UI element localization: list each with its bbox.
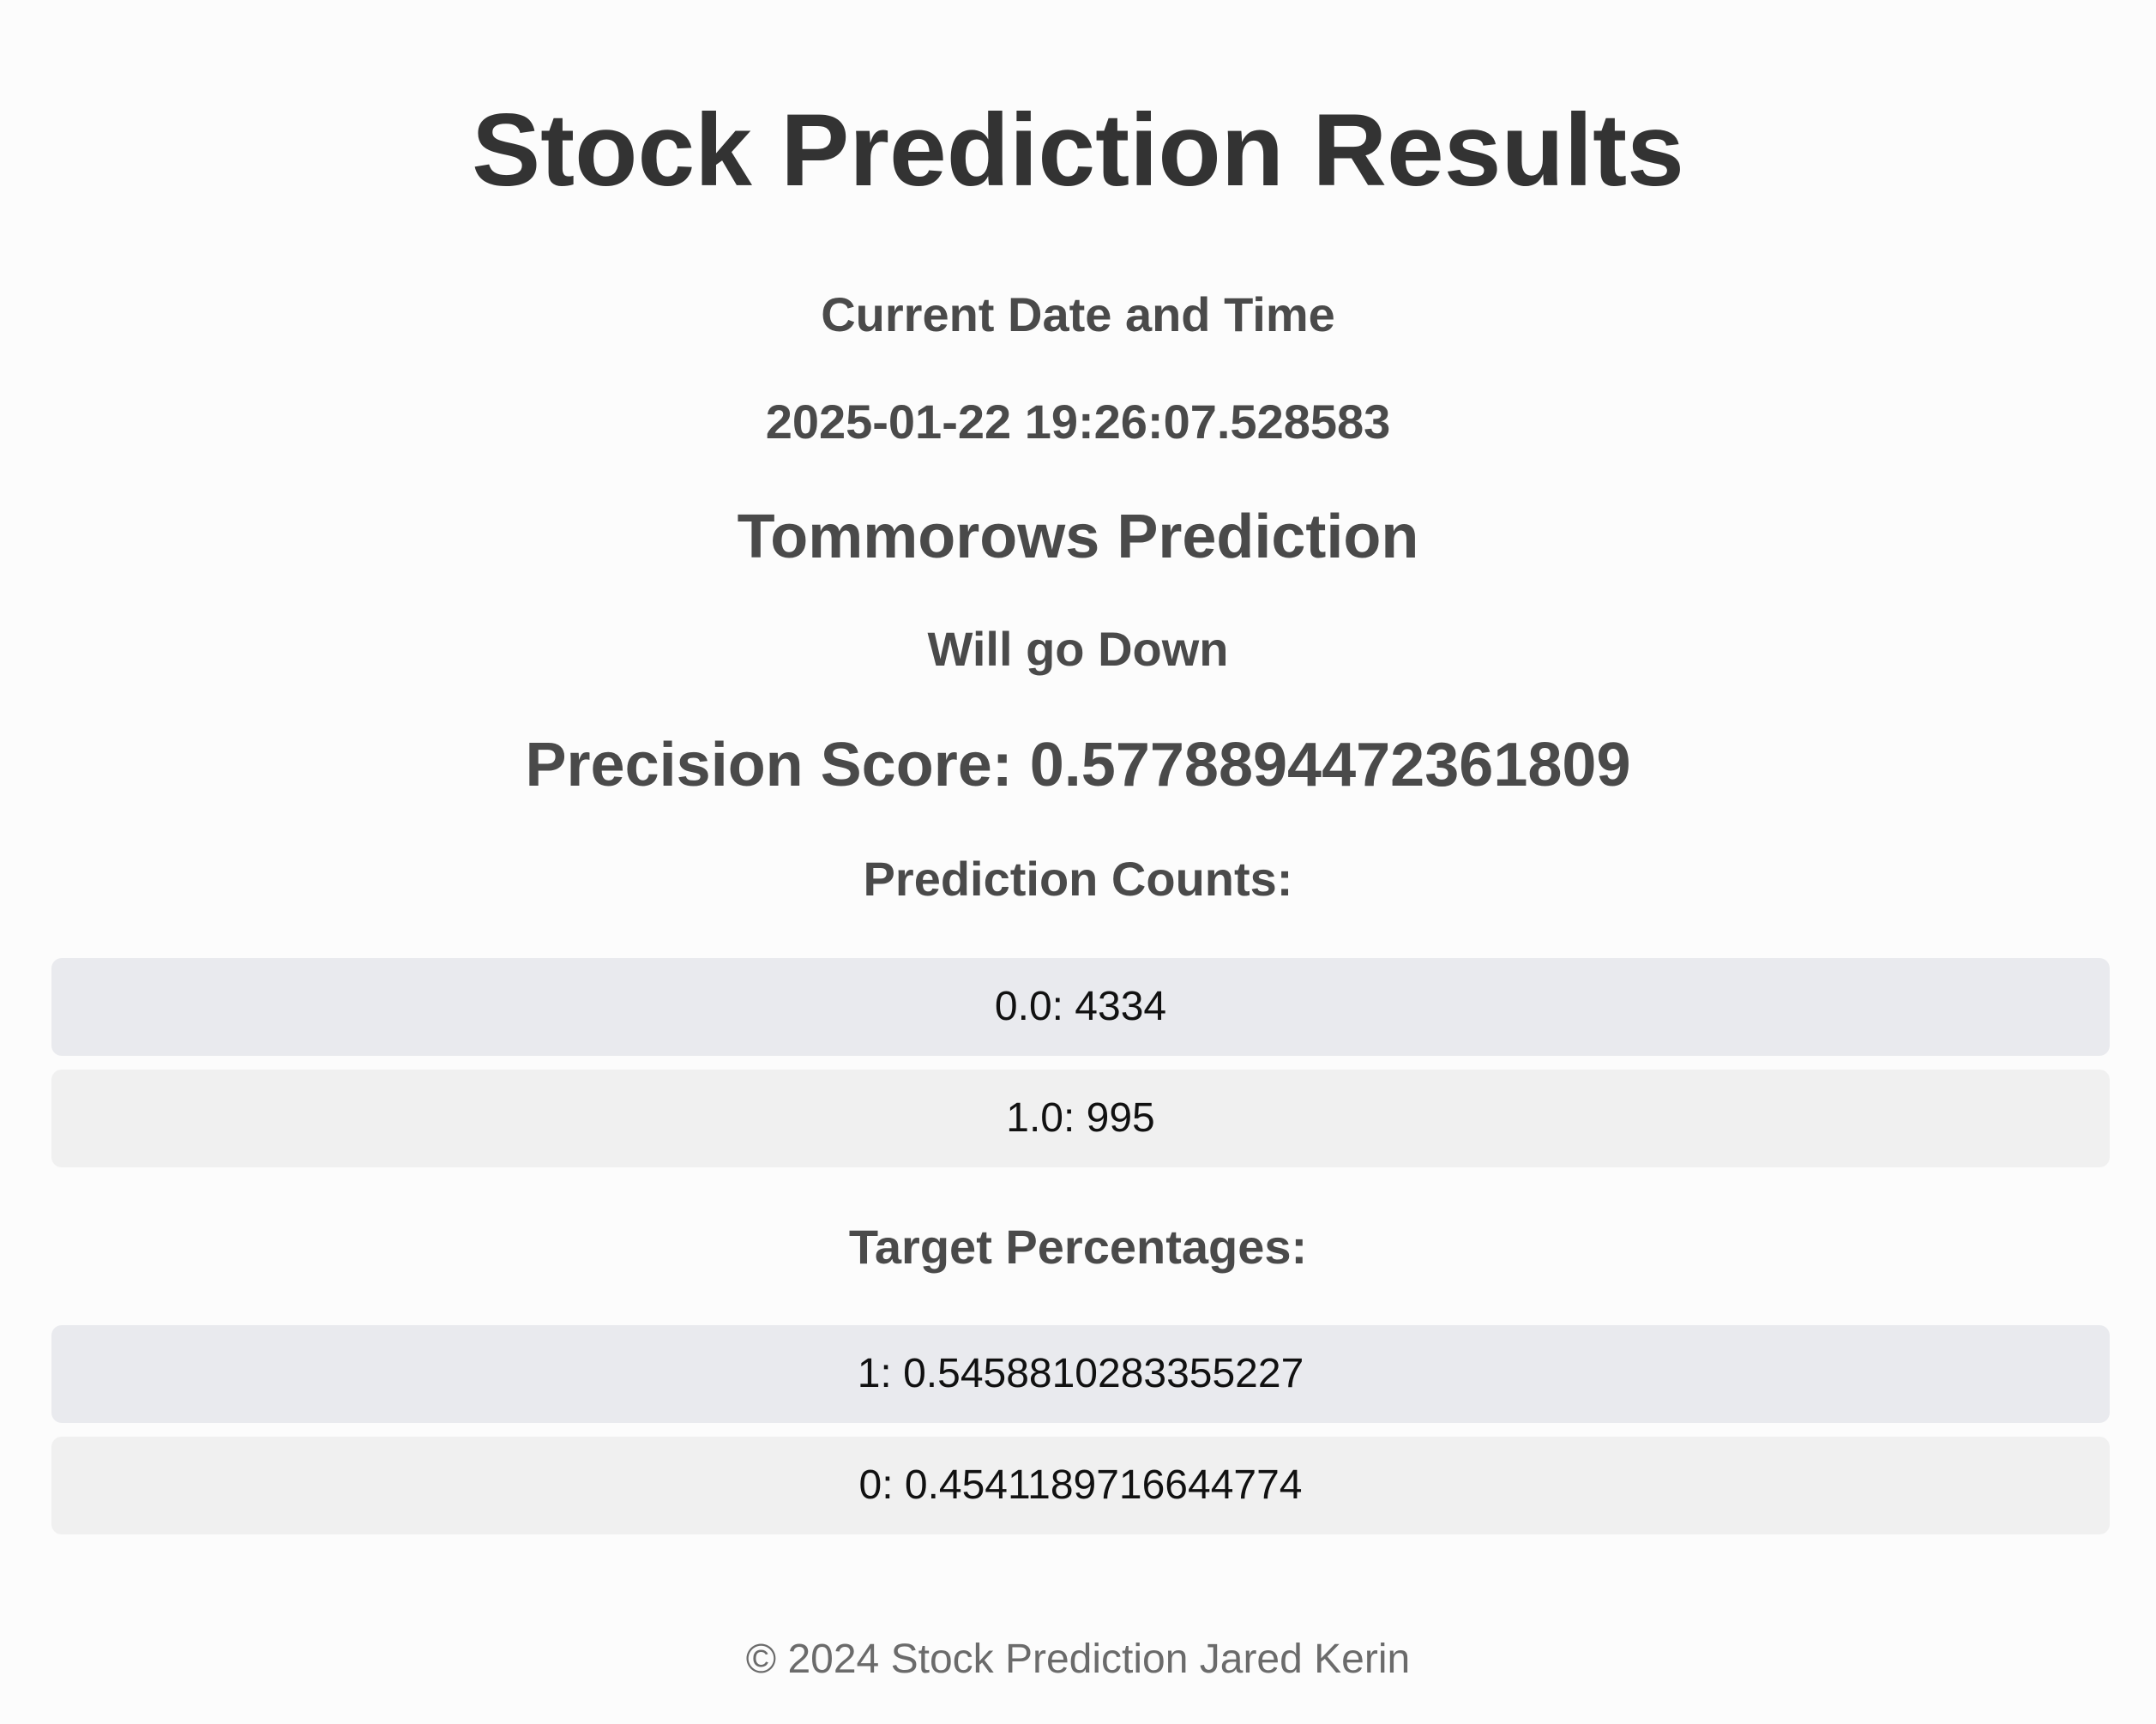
target-percentage-row: 1: 0.5458810283355227 (51, 1325, 2110, 1423)
target-percentages-heading: Target Percentages: (848, 1220, 1308, 1274)
page: Stock Prediction Results Current Date an… (0, 0, 2156, 1724)
prediction-value: Will go Down (927, 622, 1229, 676)
datetime-value: 2025-01-22 19:26:07.528583 (765, 395, 1391, 449)
footer-copyright: © 2024 Stock Prediction Jared Kerin (745, 1637, 1411, 1682)
datetime-heading: Current Date and Time (821, 287, 1335, 341)
page-title: Stock Prediction Results (472, 93, 1684, 208)
precision-score: Precision Score: 0.5778894472361809 (525, 731, 1631, 799)
prediction-heading: Tommorows Prediction (737, 503, 1419, 571)
prediction-counts-heading: Prediction Counts: (863, 852, 1293, 906)
prediction-count-row: 1.0: 995 (51, 1070, 2110, 1167)
target-percentage-row: 0: 0.4541189716644774 (51, 1437, 2110, 1534)
prediction-count-row: 0.0: 4334 (51, 958, 2110, 1056)
